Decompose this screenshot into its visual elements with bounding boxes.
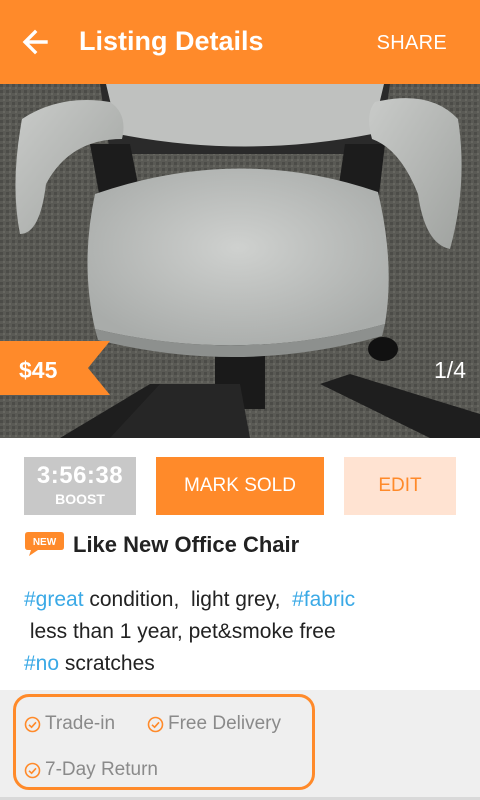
description-text: condition, light grey,: [83, 588, 293, 611]
feature-label: 7-Day Return: [45, 759, 158, 780]
price-label: $45: [19, 357, 58, 383]
check-circle-icon: [147, 716, 164, 732]
feature-7-day-return: 7-Day Return: [24, 759, 158, 781]
mark-sold-button[interactable]: MARK SOLD: [156, 457, 324, 515]
feature-trade-in: Trade-in: [24, 713, 115, 735]
boost-timer: 3:56:38: [36, 462, 124, 489]
hashtag-great[interactable]: #great: [24, 588, 84, 611]
share-button[interactable]: SHARE: [377, 32, 447, 55]
boost-label: BOOST: [55, 491, 105, 507]
description-text: less than 1 year, pet&smoke free: [24, 620, 336, 643]
photo-counter: 1/4: [434, 357, 466, 383]
feature-label: Trade-in: [45, 713, 116, 734]
listing-title: Like New Office Chair: [73, 532, 300, 557]
description-text: scratches: [59, 652, 155, 675]
new-badge: NEW: [25, 532, 64, 556]
app-bar: Listing Details SHARE: [0, 0, 480, 84]
boost-button[interactable]: 3:56:38 BOOST: [24, 457, 136, 515]
page-title: Listing Details: [79, 26, 264, 56]
edit-button[interactable]: EDIT: [344, 457, 456, 515]
check-circle-icon: [24, 716, 41, 732]
listing-description: #great condition, light grey, #fabric le…: [24, 584, 464, 680]
hashtag-fabric[interactable]: #fabric: [292, 588, 355, 611]
feature-free-delivery: Free Delivery: [147, 713, 281, 735]
arrow-left-icon[interactable]: [18, 24, 54, 60]
new-badge-text: NEW: [33, 537, 57, 548]
hashtag-no[interactable]: #no: [24, 652, 59, 675]
check-circle-icon: [24, 762, 41, 778]
feature-label: Free Delivery: [168, 713, 281, 734]
